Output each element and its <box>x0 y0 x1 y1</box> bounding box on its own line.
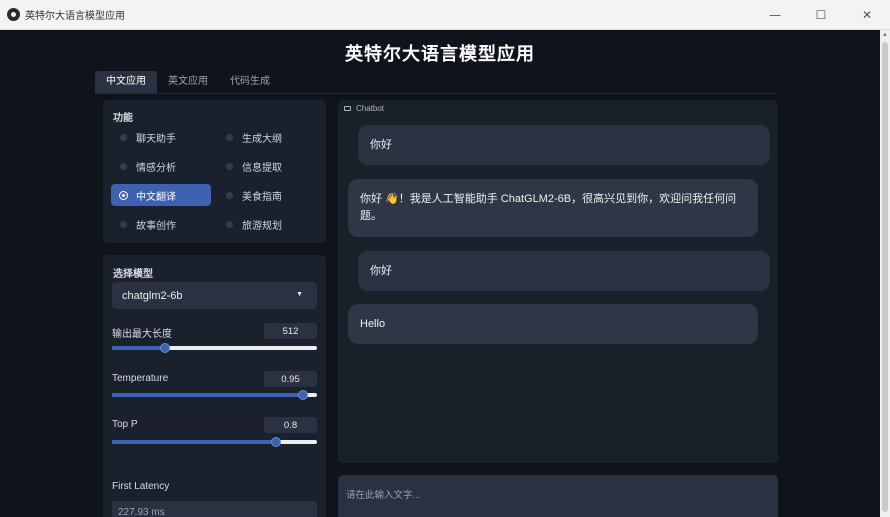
radio-label: 聊天助手 <box>136 133 176 145</box>
message-text: 你好 👋！我是人工智能助手 ChatGLM2-6B，很高兴见到你，欢迎问我任何问… <box>360 193 737 222</box>
tab-code-generation[interactable]: 代码生成 <box>219 71 281 93</box>
radio-generate-outline[interactable]: 生成大纲 <box>217 126 317 148</box>
radio-travel-planning[interactable]: 旅游规划 <box>217 213 317 235</box>
slider-thumb[interactable] <box>271 437 281 447</box>
radio-food-guide[interactable]: 美食指南 <box>217 184 317 206</box>
minimize-button[interactable]: — <box>752 0 798 30</box>
chat-message-bot: Hello <box>348 304 758 344</box>
message-text: Hello <box>360 317 386 330</box>
slider-thumb[interactable] <box>297 390 308 400</box>
max-length-label: 输出最大长度 <box>112 329 172 340</box>
radio-label: 故事创作 <box>136 220 176 232</box>
radio-label: 生成大纲 <box>242 133 282 145</box>
radio-label: 旅游规划 <box>242 220 282 232</box>
slider-fill <box>112 393 303 397</box>
latency-panel: First Latency 227.93 ms <box>103 471 326 517</box>
model-select[interactable]: chatglm2-6b ▼ <box>112 282 317 309</box>
radio-story-creation[interactable]: 故事创作 <box>111 213 211 235</box>
close-button[interactable]: ✕ <box>844 0 890 30</box>
radio-checked-icon <box>120 191 127 199</box>
chat-input-field[interactable]: 请在此输入文字... <box>338 475 778 517</box>
tab-bar: 中文应用 英文应用 代码生成 <box>95 71 281 93</box>
first-latency-label: First Latency <box>112 481 170 492</box>
slider-thumb[interactable] <box>160 343 171 353</box>
model-select-label: 选择模型 <box>113 269 153 280</box>
top-p-slider[interactable] <box>112 437 317 447</box>
message-text: 你好 <box>370 138 392 151</box>
temperature-slider[interactable] <box>112 390 317 400</box>
scrollbar-thumb[interactable] <box>882 42 888 512</box>
app-logo-icon <box>7 8 20 21</box>
radio-circle-icon <box>120 133 127 141</box>
radio-circle-icon <box>226 191 233 199</box>
radio-info-extraction[interactable]: 信息提取 <box>217 155 317 177</box>
maximize-button[interactable]: ☐ <box>798 0 844 30</box>
chat-message-user: 你好 <box>358 251 770 291</box>
top-p-label: Top P <box>112 419 138 430</box>
tab-divider <box>95 93 778 94</box>
tab-english-app[interactable]: 英文应用 <box>157 71 219 93</box>
function-panel: 功能 聊天助手 生成大纲 情感分析 信息提取 中文翻译 美食指南 故事创作 旅游… <box>103 100 326 243</box>
max-length-slider[interactable] <box>112 343 317 353</box>
message-text: 你好 <box>370 264 392 277</box>
window-controls: — ☐ ✕ <box>752 0 890 30</box>
chatbot-header: Chatbot <box>344 104 384 113</box>
radio-label: 美食指南 <box>242 191 282 203</box>
radio-chinese-translation[interactable]: 中文翻译 <box>111 184 211 206</box>
temperature-label: Temperature <box>112 373 169 384</box>
radio-chat-assistant[interactable]: 聊天助手 <box>111 126 211 148</box>
temperature-input[interactable]: 0.95 <box>264 371 317 387</box>
tab-chinese-app[interactable]: 中文应用 <box>95 71 157 93</box>
chat-message-user: 你好 <box>358 125 770 165</box>
radio-label: 情感分析 <box>136 162 176 174</box>
model-params-panel: 选择模型 chatglm2-6b ▼ 输出最大长度 512 Temperatur… <box>103 255 326 488</box>
chatbot-panel: Chatbot 你好 你好 👋！我是人工智能助手 ChatGLM2-6B，很高兴… <box>338 100 778 463</box>
radio-label: 中文翻译 <box>136 191 176 203</box>
chat-input-placeholder: 请在此输入文字... <box>346 490 421 501</box>
max-length-input[interactable]: 512 <box>264 323 317 339</box>
radio-sentiment-analysis[interactable]: 情感分析 <box>111 155 211 177</box>
scroll-up-arrow-icon[interactable]: ▲ <box>882 32 888 38</box>
radio-circle-icon <box>226 220 233 228</box>
page-scrollbar[interactable]: ▲ <box>880 30 890 517</box>
app-root: 英特尔大语言模型应用 中文应用 英文应用 代码生成 功能 聊天助手 生成大纲 情… <box>0 30 880 517</box>
top-p-input[interactable]: 0.8 <box>264 417 317 433</box>
radio-label: 信息提取 <box>242 162 282 174</box>
chat-bubble-icon <box>344 106 351 111</box>
chatbot-label: Chatbot <box>356 104 385 113</box>
dropdown-caret-icon: ▼ <box>296 291 303 298</box>
model-select-value: chatglm2-6b <box>122 289 183 302</box>
slider-fill <box>112 440 276 444</box>
page-title: 英特尔大语言模型应用 <box>345 44 535 64</box>
window-titlebar: 英特尔大语言模型应用 — ☐ ✕ <box>0 0 890 30</box>
first-latency-value: 227.93 ms <box>112 501 317 517</box>
radio-circle-icon <box>120 162 127 170</box>
radio-circle-icon <box>120 220 127 228</box>
function-label: 功能 <box>113 113 133 124</box>
chat-message-bot: 你好 👋！我是人工智能助手 ChatGLM2-6B，很高兴见到你，欢迎问我任何问… <box>348 179 758 237</box>
slider-fill <box>112 346 166 350</box>
radio-circle-icon <box>226 133 233 141</box>
radio-circle-icon <box>226 162 233 170</box>
window-title: 英特尔大语言模型应用 <box>25 11 125 22</box>
